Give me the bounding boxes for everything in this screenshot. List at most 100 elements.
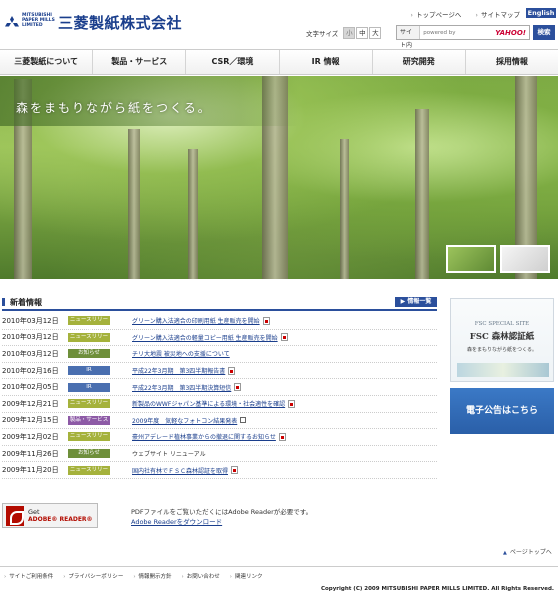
news-category-badge: ニュースリリース (68, 332, 110, 349)
footer-link-contact[interactable]: お問い合わせ (182, 572, 220, 580)
font-size-medium[interactable]: 中 (356, 27, 369, 39)
news-link[interactable]: 2009年度 気軽なフォトコン結果発表 (132, 416, 237, 425)
news-category-badge: 製品・サービス (68, 415, 110, 425)
pdf-icon (231, 466, 239, 475)
news-item: 2009年11月26日 お知らせ ウェブサイト リニューアル (2, 446, 437, 463)
news-link[interactable]: 豪州アデレード植林事業からの撤退に関するお知らせ (132, 432, 276, 441)
fsc-title: FSC 森林認証紙 (469, 332, 535, 342)
pdf-note: PDFファイルをご覧いただくにはAdobe Readerが必要です。 (131, 508, 313, 516)
footer-links: サイトご利用条件 プライバシーポリシー 情報開示方針 お問い合わせ 関連リンク (4, 572, 262, 580)
footer-divider (0, 566, 558, 567)
adobe-reader-label: ADOBE® READER® (28, 515, 93, 523)
news-item: 2009年12月15日 製品・サービス 2009年度 気軽なフォトコン結果発表 (2, 413, 437, 430)
news-date: 2010年03月12日 (2, 333, 59, 342)
news-date: 2010年03月12日 (2, 349, 59, 358)
news-date: 2010年02月05日 (2, 383, 59, 392)
footer-link-disclosure[interactable]: 情報開示方針 (133, 572, 172, 580)
footer-link-related[interactable]: 関連リンク (230, 572, 263, 580)
site-header: MITSUBISHI PAPER MILLS LIMITED 三菱製紙株式会社 … (0, 0, 558, 62)
news-heading: 新着情報 (2, 298, 42, 307)
news-link[interactable]: チリ大地震 被災地への支援について (132, 349, 230, 358)
news-category-badge: IR (68, 382, 110, 392)
tree-trunk (128, 129, 140, 279)
hero-thumbnail-forest[interactable] (446, 245, 496, 273)
news-item: 2010年02月16日 IR 平成22年3月期 第3四半期報告書 (2, 363, 437, 380)
adobe-download-link[interactable]: Adobe Readerをダウンロード (131, 516, 222, 526)
tree-trunk (340, 139, 349, 279)
yahoo-logo: YAHOO! (495, 28, 526, 37)
nav-recruit[interactable]: 採用情報 (466, 50, 558, 74)
news-item: 2009年12月21日 ニュースリリース 新製品のWWFジャパン基準による環境・社会… (2, 396, 437, 416)
tree-trunk (188, 149, 198, 279)
top-page-link[interactable]: トップページへ (410, 9, 461, 19)
pdf-icon (262, 316, 270, 325)
footer-link-privacy[interactable]: プライバシーポリシー (63, 572, 123, 580)
nav-ir[interactable]: IR 情報 (280, 50, 373, 74)
logo-english[interactable]: MITSUBISHI PAPER MILLS LIMITED (22, 13, 56, 28)
logo-japanese[interactable]: 三菱製紙株式会社 (58, 12, 182, 33)
news-link: ウェブサイト リニューアル (132, 451, 206, 459)
adobe-get-label: Get (28, 507, 40, 516)
news-category-badge: IR (68, 366, 110, 376)
news-link[interactable]: 国内社有林でＦＳＣ森林認証を取得 (132, 466, 228, 475)
copyright: Copyright (C) 2009 MITSUBISHI PAPER MILL… (320, 586, 554, 592)
search-button[interactable]: 検索 (533, 25, 555, 40)
news-date: 2009年11月26日 (2, 449, 59, 458)
news-item: 2010年03月12日 お知らせ チリ大地震 被災地への支援について (2, 346, 437, 363)
news-category-badge: ニュースリリース (68, 399, 110, 416)
page-top-link[interactable]: ページトップへ (503, 547, 552, 556)
fsc-banner[interactable]: FSC SPECIAL SITE FSC 森林認証紙 森をまもりながら紙をつくる… (450, 298, 554, 382)
news-category-badge: ニュースリリース (68, 465, 110, 482)
news-link[interactable]: 平成22年3月期 第3四半期決算短信 (132, 383, 231, 392)
font-size-large[interactable]: 大 (369, 27, 382, 39)
tree-trunk (415, 109, 429, 279)
mitsubishi-logo-icon[interactable] (4, 16, 20, 29)
news-list: 2010年03月12日 ニュースリリース グリーン購入法適合の印刷用紙 生産販売を開… (2, 313, 437, 482)
nav-about[interactable]: 三菱製紙について (0, 50, 94, 74)
news-date: 2010年03月12日 (2, 316, 59, 325)
fsc-image-strip (457, 363, 549, 377)
pdf-icon (228, 366, 236, 375)
external-window-icon (240, 417, 247, 424)
top-links: トップページへ サイトマップ (410, 9, 520, 19)
electronic-notice-banner[interactable]: 電子公告はこちら (450, 388, 554, 434)
get-adobe-reader-button[interactable]: Get ADOBE® READER® (2, 503, 98, 528)
news-item: 2009年12月02日 ニュースリリース 豪州アデレード植林事業からの撤退に関するお… (2, 429, 437, 449)
global-nav: 三菱製紙について 製品・サービス CSR／環境 IR 情報 研究開発 採用情報 (0, 49, 558, 75)
nav-products[interactable]: 製品・サービス (93, 50, 187, 74)
search-input[interactable] (420, 29, 496, 36)
adobe-logo-icon (6, 505, 24, 526)
font-size-small[interactable]: 小 (343, 27, 356, 39)
news-date: 2010年02月16日 (2, 366, 59, 375)
news-category-badge: お知らせ (68, 449, 110, 459)
fsc-subtitle: 森をまもりながら紙をつくる。 (467, 347, 537, 353)
side-panel: FSC SPECIAL SITE FSC 森林認証紙 森をまもりながら紙をつくる… (450, 298, 554, 434)
footer-link-terms[interactable]: サイトご利用条件 (4, 572, 53, 580)
news-item: 2009年11月20日 ニュースリリース 国内社有林でＦＳＣ森林認証を取得 (2, 462, 437, 482)
news-link[interactable]: グリーン購入法適合の印刷用紙 生産販売を開始 (132, 316, 260, 325)
sitemap-link[interactable]: サイトマップ (475, 9, 520, 19)
news-category-badge: お知らせ (68, 349, 110, 359)
news-category-badge: ニュースリリース (68, 316, 110, 333)
fsc-special-label: FSC SPECIAL SITE (474, 321, 530, 327)
news-list-all-button[interactable]: ▶ 情報一覧 (395, 297, 437, 307)
news-link[interactable]: 新製品のWWFジャパン基準による環境・社会適性を確認 (132, 399, 285, 408)
font-size-label: 文字サイズ (306, 30, 339, 38)
news-date: 2009年12月02日 (2, 432, 59, 441)
pdf-icon (280, 333, 288, 342)
nav-research[interactable]: 研究開発 (373, 50, 466, 74)
hero-thumbnail-paper[interactable] (500, 245, 550, 273)
english-button[interactable]: English (526, 8, 556, 18)
news-category-badge: ニュースリリース (68, 432, 110, 449)
news-date: 2009年12月15日 (2, 416, 59, 425)
news-link[interactable]: グリーン購入法適合の軽量コピー用紙 生産販売を開始 (132, 333, 278, 342)
font-size-selector: 文字サイズ 小 中 大 (306, 27, 382, 39)
pdf-icon (288, 399, 296, 408)
news-divider (2, 309, 437, 311)
news-item: 2010年02月05日 IR 平成22年3月期 第3四半期決算短信 (2, 379, 437, 396)
news-link[interactable]: 平成22年3月期 第3四半期報告書 (132, 366, 225, 375)
pdf-icon (278, 432, 286, 441)
nav-csr[interactable]: CSR／環境 (186, 50, 280, 74)
hero-tagline: 森をまもりながら紙をつくる。 (16, 101, 212, 115)
pdf-icon (234, 383, 242, 392)
